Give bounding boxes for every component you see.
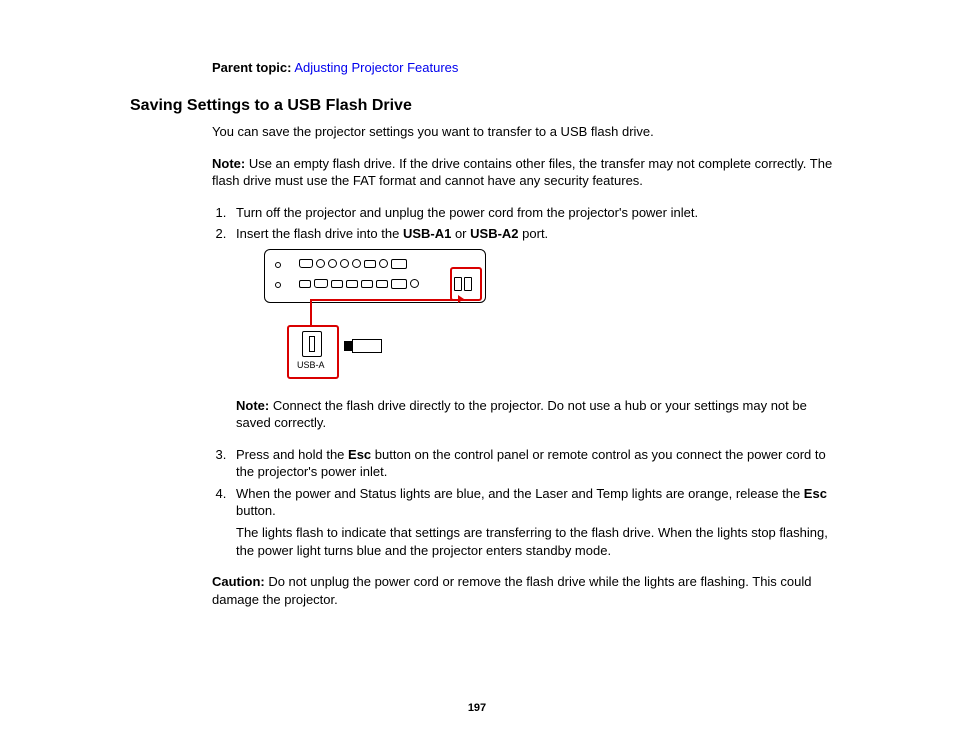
note-block: Note: Use an empty flash drive. If the d… — [212, 155, 844, 190]
callout-arrow-icon — [458, 295, 464, 303]
steps-list: Turn off the projector and unplug the po… — [130, 204, 844, 559]
step-2-bold-1: USB-A1 — [403, 226, 451, 241]
step-2-note-text: Connect the flash drive directly to the … — [236, 398, 807, 431]
usb-port-icon — [302, 331, 322, 357]
parent-topic-label: Parent topic: — [212, 60, 291, 75]
step-4-bold: Esc — [804, 486, 827, 501]
usb-ports-highlight-icon — [450, 267, 482, 301]
projector-ports-diagram: USB-A — [264, 249, 504, 379]
usb-port-label: USB-A — [297, 359, 325, 371]
step-1: Turn off the projector and unplug the po… — [230, 204, 844, 222]
step-3-text-pre: Press and hold the — [236, 447, 348, 462]
intro-text: You can save the projector settings you … — [212, 123, 844, 141]
step-1-text: Turn off the projector and unplug the po… — [236, 205, 698, 220]
step-2-note-label: Note: — [236, 398, 269, 413]
caution-text: Do not unplug the power cord or remove t… — [212, 574, 812, 607]
step-4-body: The lights flash to indicate that settin… — [236, 524, 844, 559]
callout-line-icon — [310, 299, 462, 301]
step-4-text-pre: When the power and Status lights are blu… — [236, 486, 804, 501]
step-3: Press and hold the Esc button on the con… — [230, 446, 844, 481]
step-4: When the power and Status lights are blu… — [230, 485, 844, 559]
note-label: Note: — [212, 156, 245, 171]
parent-topic-link[interactable]: Adjusting Projector Features — [294, 60, 458, 75]
caution-label: Caution: — [212, 574, 265, 589]
step-3-bold: Esc — [348, 447, 371, 462]
step-2-bold-2: USB-A2 — [470, 226, 518, 241]
page-number: 197 — [0, 702, 954, 714]
content-body: You can save the projector settings you … — [212, 123, 844, 190]
caution-block: Caution: Do not unplug the power cord or… — [212, 573, 844, 608]
document-page: Parent topic: Adjusting Projector Featur… — [0, 0, 954, 738]
step-4-text-post: button. — [236, 503, 276, 518]
callout-line-icon — [310, 299, 312, 327]
step-2-note: Note: Connect the flash drive directly t… — [236, 397, 844, 432]
step-2-text-mid: or — [451, 226, 470, 241]
step-2-text-pre: Insert the flash drive into the — [236, 226, 403, 241]
note-text: Use an empty flash drive. If the drive c… — [212, 156, 832, 189]
flash-drive-icon — [344, 339, 382, 353]
page-title: Saving Settings to a USB Flash Drive — [130, 97, 844, 115]
step-2-text-post: port. — [519, 226, 549, 241]
parent-topic: Parent topic: Adjusting Projector Featur… — [212, 60, 844, 75]
step-2: Insert the flash drive into the USB-A1 o… — [230, 225, 844, 432]
